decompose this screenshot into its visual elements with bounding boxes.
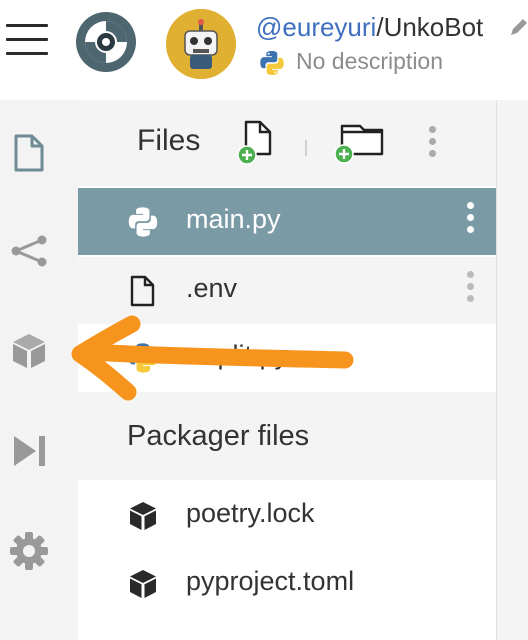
file-row-poetry-lock[interactable]: poetry.lock bbox=[78, 482, 496, 549]
version-control-tab-icon[interactable] bbox=[8, 230, 50, 272]
file-options-icon[interactable] bbox=[464, 271, 476, 311]
new-file-button[interactable] bbox=[236, 120, 276, 166]
file-row-env[interactable]: .env bbox=[78, 257, 496, 324]
file-name: .env bbox=[186, 273, 238, 303]
repl-title: @eureyuri/UnkoBot bbox=[256, 12, 483, 43]
files-title: Files bbox=[137, 124, 201, 157]
repl-logo-icon[interactable] bbox=[74, 10, 138, 74]
file-options-icon[interactable] bbox=[464, 202, 476, 242]
hamburger-menu-icon[interactable] bbox=[6, 24, 48, 58]
file-name: main.py bbox=[186, 204, 281, 234]
file-icon bbox=[130, 275, 155, 307]
python-file-icon bbox=[128, 343, 158, 373]
packages-tab-icon[interactable] bbox=[8, 330, 50, 372]
file-row-pyproject-toml[interactable]: pyproject.toml bbox=[78, 550, 496, 617]
packager-files-title: Packager files bbox=[127, 420, 310, 452]
edit-pencil-icon[interactable] bbox=[508, 16, 528, 38]
files-tab-icon[interactable] bbox=[8, 132, 50, 174]
repl-description[interactable]: No description bbox=[296, 48, 443, 75]
file-name: pyproject.toml bbox=[186, 566, 355, 596]
file-name: .replit.py bbox=[186, 340, 289, 370]
file-row-replit-py[interactable]: .replit.py bbox=[78, 324, 496, 391]
settings-tab-icon[interactable] bbox=[8, 530, 50, 572]
owner-link[interactable]: @eureyuri bbox=[256, 12, 376, 42]
files-more-options-icon[interactable] bbox=[426, 126, 438, 162]
avatar[interactable] bbox=[166, 9, 236, 79]
file-name: poetry.lock bbox=[186, 498, 315, 528]
package-cube-icon bbox=[130, 502, 156, 530]
debugger-tab-icon[interactable] bbox=[8, 430, 50, 472]
package-cube-icon bbox=[130, 570, 156, 598]
new-folder-button[interactable] bbox=[332, 118, 386, 166]
title-separator: / bbox=[376, 12, 384, 42]
toolbar-divider bbox=[305, 140, 307, 156]
repo-name: UnkoBot bbox=[383, 12, 484, 42]
python-file-icon bbox=[128, 207, 158, 237]
editor-edge bbox=[496, 100, 528, 640]
left-sidebar bbox=[0, 100, 79, 640]
python-language-icon bbox=[260, 51, 284, 75]
file-row-main-py[interactable]: main.py bbox=[78, 188, 496, 255]
